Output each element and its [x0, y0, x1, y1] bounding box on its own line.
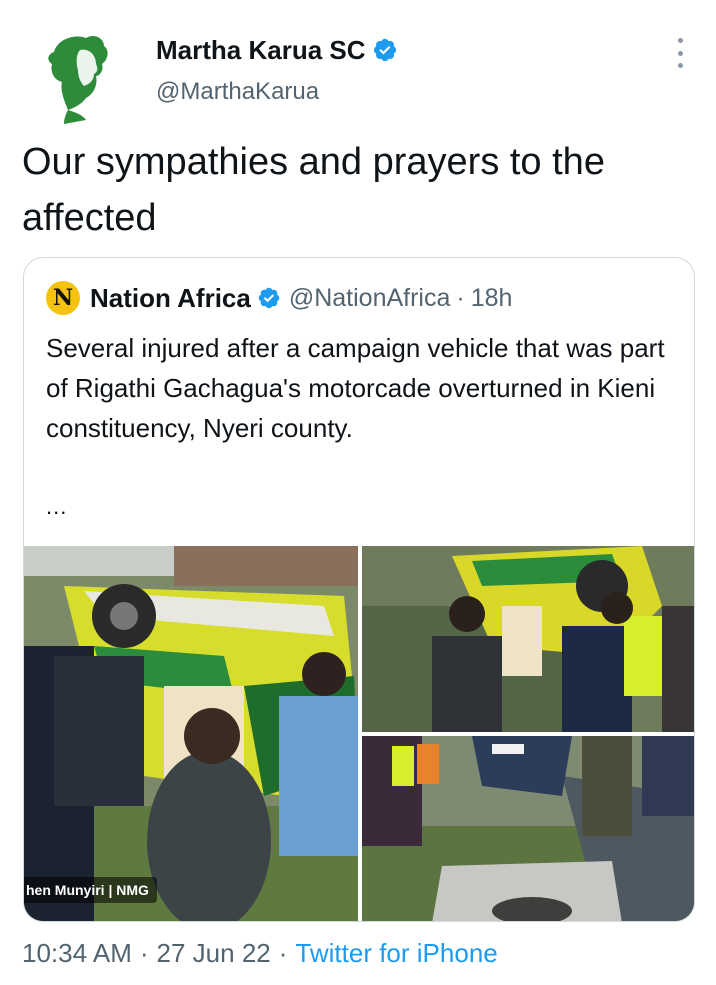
separator-dot: ·: [456, 283, 465, 312]
separator-dot: ·: [278, 938, 288, 968]
quoted-tweet-header: N Nation Africa @NationAfrica · 18h: [46, 280, 512, 316]
author-block: Martha Karua SC @MarthaKarua: [156, 30, 398, 106]
quoted-author-handle[interactable]: @NationAfrica: [289, 284, 451, 313]
author-name[interactable]: Martha Karua SC: [156, 35, 366, 66]
author-handle[interactable]: @MarthaKarua: [156, 78, 398, 106]
photo-overturned-vehicle-1[interactable]: hen Munyiri | NMG: [24, 546, 358, 921]
nation-africa-logo: N: [46, 281, 80, 315]
photo-credit: hen Munyiri | NMG: [24, 877, 157, 903]
more-dot: [677, 63, 683, 68]
verified-badge-icon: [258, 287, 280, 309]
avatar-portrait-icon: [48, 35, 108, 124]
more-dot: [677, 38, 683, 43]
tweet-footer: 10:34 AM · 27 Jun 22 · Twitter for iPhone: [22, 938, 498, 969]
quoted-tweet-ellipsis: ...: [46, 494, 68, 519]
verified-badge-icon: [373, 38, 396, 62]
logo-letter: N: [52, 285, 74, 311]
separator-dot: ·: [139, 938, 149, 968]
quoted-author-name[interactable]: Nation Africa: [90, 283, 251, 314]
tweet-time[interactable]: 10:34 AM: [22, 938, 132, 968]
photo-overturned-vehicle-2[interactable]: [362, 546, 694, 732]
tweet-text: Our sympathies and prayers to the affect…: [22, 141, 605, 239]
tweet-source-link[interactable]: Twitter for iPhone: [295, 938, 497, 968]
photo-overturned-vehicle-3[interactable]: [362, 736, 694, 921]
quoted-tweet-age[interactable]: 18h: [471, 284, 513, 313]
quoted-tweet-text: Several injured after a campaign vehicle…: [46, 333, 665, 443]
more-options-icon[interactable]: [668, 38, 692, 68]
more-dot: [677, 50, 683, 56]
tweet-date[interactable]: 27 Jun 22: [157, 938, 271, 968]
quoted-tweet-card[interactable]: N Nation Africa @NationAfrica · 18h Seve…: [23, 257, 695, 922]
author-avatar[interactable]: [24, 24, 128, 128]
media-grid: hen Munyiri | NMG: [24, 546, 694, 921]
